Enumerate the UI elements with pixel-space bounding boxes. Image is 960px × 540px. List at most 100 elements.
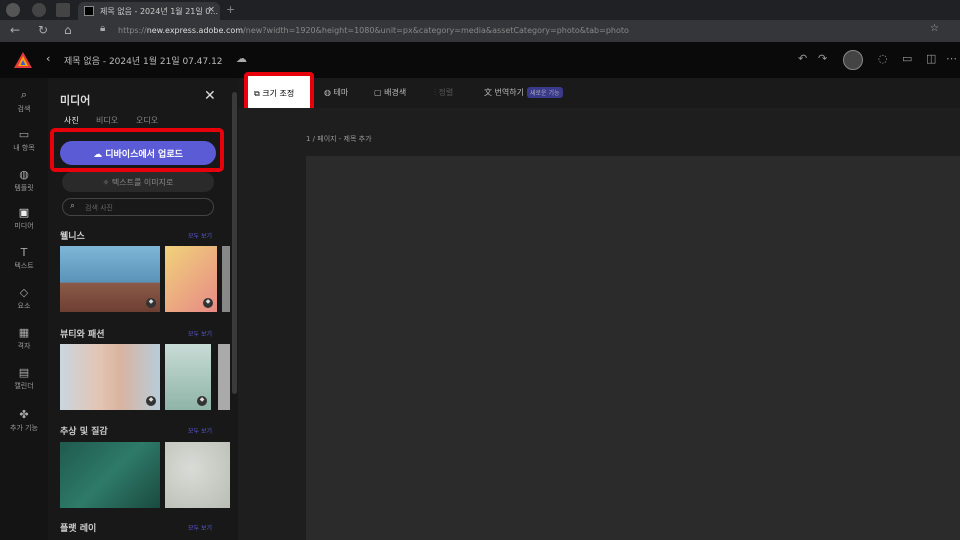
upload-highlight (50, 128, 224, 172)
browser-tab[interactable]: 제목 없음 - 2024년 1월 21일 0... × (78, 2, 220, 20)
adobe-favicon-icon (84, 6, 94, 16)
see-all-link[interactable]: 모두 보기 (188, 426, 212, 435)
chat-icon[interactable]: ◫ (926, 52, 936, 65)
new-tab-button[interactable]: + (226, 3, 235, 16)
back-chevron-icon[interactable]: ‹ (46, 52, 50, 65)
rail-item-grids[interactable]: ▦ 격자 (0, 326, 48, 351)
address-bar-row: ← ↻ ⌂ 🔒︎ https://new.express.adobe.com/n… (0, 20, 960, 42)
rail-label: 검색 (17, 105, 31, 113)
rail-label: 추가 기능 (10, 424, 38, 432)
page-label[interactable]: 1 / 페이지 - 제목 추가 (306, 134, 372, 144)
theme-label: 테마 (333, 88, 349, 97)
profile-icon[interactable] (6, 3, 20, 17)
app-header: ‹ 제목 없음 - 2024년 1월 21일 07.47.12 ☁ ↶ ↷ ◌ … (0, 42, 960, 78)
see-all-link[interactable]: 모두 보기 (188, 329, 212, 338)
photo-thumbnail[interactable] (218, 344, 230, 410)
section-title: 뷰티와 패션 (60, 330, 105, 340)
photo-thumbnail[interactable]: ◆ (165, 344, 211, 410)
back-arrow-icon[interactable]: ← (10, 23, 20, 37)
rail-item-my-stuff[interactable]: ▭ 내 항목 (0, 128, 48, 153)
sparkle-icon: ✧ (102, 178, 112, 187)
bookmark-icon[interactable]: ☆ (930, 23, 939, 34)
rail-item-calendar[interactable]: ▤ 캘린더 (0, 366, 48, 391)
cloud-sync-icon: ☁ (236, 52, 247, 65)
new-feature-badge: 새로운 기능 (527, 87, 563, 98)
rail-label: 텍스트 (14, 262, 34, 270)
lock-icon: 🔒︎ (100, 23, 106, 34)
rail-item-templates[interactable]: ◍ 템플릿 (0, 168, 48, 193)
section-title: 플랫 레이 (60, 524, 97, 534)
search-icon: ⌕ (70, 201, 76, 211)
media-icon: ▣ (18, 206, 30, 219)
rail-item-elements[interactable]: ◇ 요소 (0, 286, 48, 311)
search-icon: ⌕ (20, 88, 28, 101)
text-to-image-label: 텍스트를 이미지로 (111, 178, 174, 187)
url-prefix: https:// (118, 26, 147, 35)
template-icon: ◍ (19, 168, 29, 181)
comment-icon[interactable]: ▭ (902, 52, 912, 65)
undo-icon[interactable]: ↶ (798, 52, 807, 65)
translate-icon: 文 (484, 88, 495, 97)
rail-label: 격자 (17, 342, 31, 350)
url-field[interactable]: https://new.express.adobe.com/new?width=… (118, 23, 678, 39)
rail-item-text[interactable]: T 텍스트 (0, 246, 48, 271)
rail-label: 내 항목 (13, 144, 35, 152)
tab-close-icon[interactable]: × (207, 5, 215, 15)
url-path: /new?width=1920&height=1080&unit=px&cate… (243, 26, 629, 35)
photo-thumbnail[interactable] (60, 442, 160, 508)
tab-videos[interactable]: 비디오 (96, 115, 118, 126)
resize-label: 크기 조정 (262, 89, 295, 98)
lightbulb-icon[interactable]: ◌ (878, 52, 888, 65)
reload-icon[interactable]: ↻ (38, 23, 48, 37)
tab-actions-icon[interactable] (56, 3, 70, 17)
search-placeholder: 검색 사진 (85, 204, 113, 212)
background-color-button[interactable]: ▢ 배경색 (374, 87, 406, 98)
section-title: 추상 및 질감 (60, 427, 108, 437)
rail-item-media[interactable]: ▣ 미디어 (0, 206, 48, 231)
avatar[interactable] (843, 50, 863, 70)
photo-thumbnail[interactable] (165, 442, 230, 508)
rail-label: 캘린더 (14, 382, 34, 390)
premium-icon: ◆ (203, 298, 213, 308)
calendar-icon: ▤ (18, 366, 30, 379)
theme-button[interactable]: ◍ 테마 (324, 87, 348, 98)
resize-button[interactable]: ⧉ 크기 조정 (244, 72, 314, 112)
premium-icon: ◆ (197, 396, 207, 406)
home-icon[interactable]: ⌂ (64, 23, 72, 37)
document-title[interactable]: 제목 없음 - 2024년 1월 21일 07.47.12 (64, 54, 223, 67)
text-icon: T (20, 246, 28, 259)
see-all-link[interactable]: 모두 보기 (188, 523, 212, 532)
url-domain: new.express.adobe.com (146, 26, 244, 35)
media-panel: 미디어 ✕ 사진 비디오 오디오 ☁ 디바이스에서 업로드 ✧ 텍스트를 이미지… (48, 78, 238, 540)
square-icon: ▢ (374, 88, 385, 97)
section-title: 웰니스 (60, 232, 85, 242)
more-icon[interactable]: ⋯ (946, 52, 957, 65)
browser-tab-bar: 제목 없음 - 2024년 1월 21일 0... × + (0, 0, 960, 20)
photo-thumbnail[interactable]: ◆ (60, 246, 160, 312)
redo-icon[interactable]: ↷ (818, 52, 827, 65)
rail-label: 템플릿 (14, 184, 34, 192)
panel-title: 미디어 (60, 94, 91, 107)
see-all-link[interactable]: 모두 보기 (188, 231, 212, 240)
close-icon[interactable]: ✕ (204, 88, 216, 104)
rail-item-search[interactable]: ⌕ 검색 (0, 88, 48, 114)
text-to-image-button[interactable]: ✧ 텍스트를 이미지로 (62, 172, 214, 192)
adobe-express-logo-icon[interactable] (14, 52, 32, 68)
rail-label: 미디어 (14, 222, 34, 230)
rail-item-addons[interactable]: ✤ 추가 기능 (0, 408, 48, 433)
editor-toolbar: ◍ 테마 ▢ 배경색 ⫶ 정렬 文 번역하기 새로운 기능 (238, 78, 960, 108)
palette-icon: ◍ (324, 88, 334, 97)
panel-scrollbar[interactable] (232, 92, 237, 394)
photo-thumbnail[interactable] (222, 246, 230, 312)
translate-button[interactable]: 文 번역하기 새로운 기능 (484, 87, 563, 98)
photo-thumbnail[interactable]: ◆ (165, 246, 217, 312)
tab-title: 제목 없음 - 2024년 1월 21일 0... (100, 7, 219, 16)
folder-icon: ▭ (18, 128, 30, 141)
photo-thumbnail[interactable]: ◆ (60, 344, 160, 410)
workspace-icon[interactable] (32, 3, 46, 17)
design-page[interactable] (306, 156, 960, 540)
search-input[interactable]: ⌕ 검색 사진 (62, 198, 214, 216)
layout-button[interactable]: ⫶ 정렬 (434, 87, 453, 98)
elements-icon: ◇ (19, 286, 29, 299)
tab-audio[interactable]: 오디오 (136, 115, 158, 126)
